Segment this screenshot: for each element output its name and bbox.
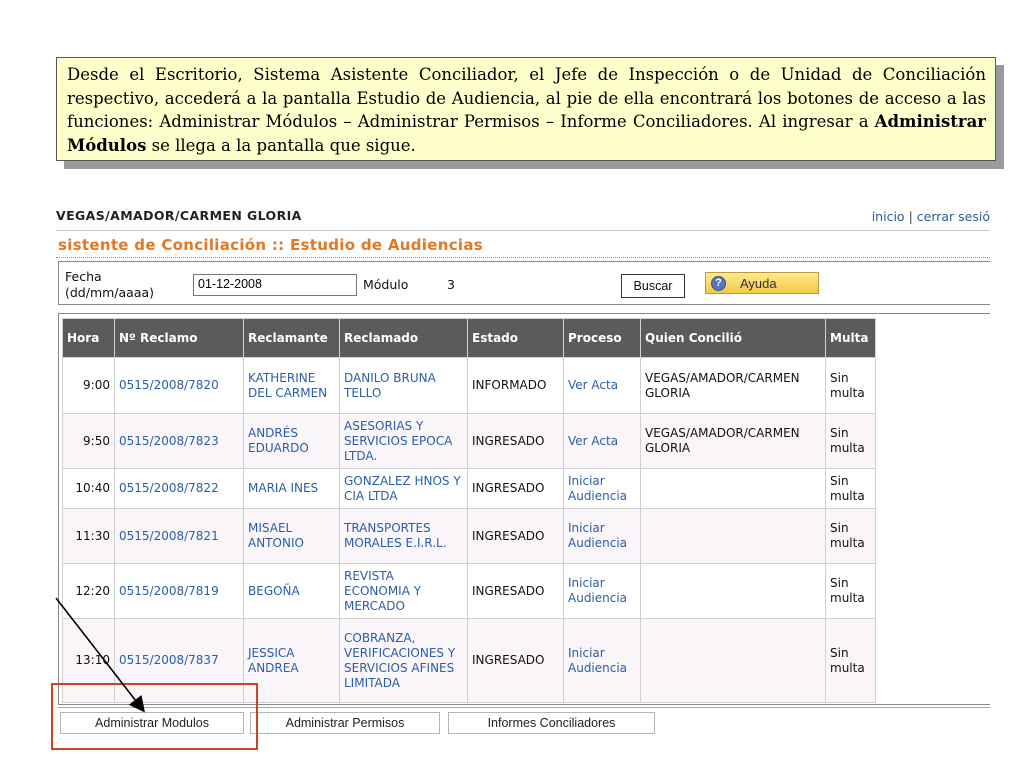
table-row: 9:50 0515/2008/7823 ANDRÉS EDUARDO ASESO… — [62, 413, 876, 469]
cell-quien-concilio — [640, 508, 826, 564]
administrar-permisos-button[interactable]: Administrar Permisos — [250, 712, 440, 734]
page-title: sistente de Conciliación :: Estudio de A… — [58, 236, 483, 254]
col-header-reclamo: Nº Reclamo — [114, 318, 244, 358]
fecha-label-line2: (dd/mm/aaaa) — [65, 285, 155, 300]
filter-panel: Fecha (dd/mm/aaaa) 01-12-2008 Módulo 3 B… — [58, 261, 990, 305]
ayuda-label: Ayuda — [740, 275, 777, 291]
cell-hora: 9:00 — [62, 357, 115, 414]
cell-quien-concilio — [640, 563, 826, 619]
fecha-label-line1: Fecha — [65, 269, 102, 284]
instruction-callout: Desde el Escritorio, Sistema Asistente C… — [56, 57, 996, 161]
cell-multa: Sin multa — [825, 468, 876, 509]
reclamo-link[interactable]: 0515/2008/7821 — [114, 508, 244, 564]
audiencias-table: Hora Nº Reclamo Reclamante Reclamado Est… — [62, 318, 876, 703]
title-divider — [56, 257, 990, 258]
fecha-input[interactable]: 01-12-2008 — [193, 274, 357, 296]
cell-reclamado: COBRANZA, VERIFICACIONES Y SERVICIOS AFI… — [339, 618, 468, 703]
cell-hora: 11:30 — [62, 508, 115, 564]
fecha-label: Fecha (dd/mm/aaaa) — [65, 269, 154, 301]
link-separator: | — [908, 209, 913, 224]
col-header-proceso: Proceso — [563, 318, 641, 358]
cell-multa: Sin multa — [825, 563, 876, 619]
modulo-value: 3 — [447, 277, 455, 292]
cell-multa: Sin multa — [825, 508, 876, 564]
cell-multa: Sin multa — [825, 618, 876, 703]
cell-quien-concilio: VEGAS/AMADOR/CARMEN GLORIA — [640, 357, 826, 414]
cell-multa: Sin multa — [825, 413, 876, 469]
table-row: 10:40 0515/2008/7822 MARIA INES GONZALEZ… — [62, 468, 876, 509]
cell-reclamado: TRANSPORTES MORALES E.I.R.L. — [339, 508, 468, 564]
col-header-multa: Multa — [825, 318, 876, 358]
informes-conciliadores-button[interactable]: Informes Conciliadores — [448, 712, 655, 734]
iniciar-audiencia-link[interactable]: Iniciar Audiencia — [563, 563, 641, 619]
help-icon: ? — [711, 275, 726, 291]
col-header-quien-concilio: Quien Concilió — [640, 318, 826, 358]
cell-reclamado: ASESORIAS Y SERVICIOS EPOCA LTDA. — [339, 413, 468, 469]
table-row: 9:00 0515/2008/7820 KATHERINE DEL CARMEN… — [62, 357, 876, 414]
inicio-link[interactable]: inicio — [872, 209, 905, 224]
table-row: 11:30 0515/2008/7821 MISAEL ANTONIO TRAN… — [62, 508, 876, 564]
iniciar-audiencia-link[interactable]: Iniciar Audiencia — [563, 468, 641, 509]
buscar-button[interactable]: Buscar — [621, 274, 685, 298]
header-divider — [56, 230, 990, 231]
table-row: 12:20 0515/2008/7819 BEGOÑA REVISTA ECON… — [62, 563, 876, 619]
reclamo-link[interactable]: 0515/2008/7820 — [114, 357, 244, 414]
ayuda-button[interactable]: ? Ayuda — [705, 272, 819, 294]
cerrar-sesion-link[interactable]: cerrar sesió — [917, 209, 990, 224]
cell-reclamado: DANILO BRUNA TELLO — [339, 357, 468, 414]
ver-acta-link[interactable]: Ver Acta — [563, 413, 641, 469]
cell-quien-concilio: VEGAS/AMADOR/CARMEN GLORIA — [640, 413, 826, 469]
cell-reclamante: MISAEL ANTONIO — [243, 508, 340, 564]
cell-hora: 9:50 — [62, 413, 115, 469]
cell-reclamado: REVISTA ECONOMIA Y MERCADO — [339, 563, 468, 619]
cell-reclamante: KATHERINE DEL CARMEN — [243, 357, 340, 414]
reclamo-link[interactable]: 0515/2008/7819 — [114, 563, 244, 619]
cell-estado: INGRESADO — [467, 508, 564, 564]
cell-reclamante: MARIA INES — [243, 468, 340, 509]
col-header-reclamante: Reclamante — [243, 318, 340, 358]
col-header-estado: Estado — [467, 318, 564, 358]
cell-estado: INGRESADO — [467, 563, 564, 619]
cell-multa: Sin multa — [825, 357, 876, 414]
callout-text-1: Desde el Escritorio, Sistema Asistente C… — [67, 65, 986, 131]
cell-estado: INFORMADO — [467, 357, 564, 414]
top-links: inicio | cerrar sesió — [872, 209, 990, 224]
cell-estado: INGRESADO — [467, 618, 564, 703]
ver-acta-link[interactable]: Ver Acta — [563, 357, 641, 414]
iniciar-audiencia-link[interactable]: Iniciar Audiencia — [563, 508, 641, 564]
reclamo-link[interactable]: 0515/2008/7822 — [114, 468, 244, 509]
user-name: VEGAS/AMADOR/CARMEN GLORIA — [56, 208, 302, 223]
cell-quien-concilio — [640, 468, 826, 509]
cell-reclamante: BEGOÑA — [243, 563, 340, 619]
iniciar-audiencia-link[interactable]: Iniciar Audiencia — [563, 618, 641, 703]
highlight-box — [51, 683, 258, 750]
modulo-label: Módulo — [363, 277, 409, 292]
reclamo-link[interactable]: 0515/2008/7823 — [114, 413, 244, 469]
col-header-hora: Hora — [62, 318, 115, 358]
cell-estado: INGRESADO — [467, 468, 564, 509]
cell-estado: INGRESADO — [467, 413, 564, 469]
cell-hora: 12:20 — [62, 563, 115, 619]
cell-reclamado: GONZALEZ HNOS Y CIA LTDA — [339, 468, 468, 509]
table-header-row: Hora Nº Reclamo Reclamante Reclamado Est… — [62, 318, 876, 358]
callout-text-2: se llega a la pantalla que sigue. — [146, 135, 416, 155]
cell-reclamante: ANDRÉS EDUARDO — [243, 413, 340, 469]
cell-hora: 10:40 — [62, 468, 115, 509]
col-header-reclamado: Reclamado — [339, 318, 468, 358]
app-screenshot: VEGAS/AMADOR/CARMEN GLORIA inicio | cerr… — [56, 200, 990, 740]
cell-quien-concilio — [640, 618, 826, 703]
audiencias-grid-panel: Hora Nº Reclamo Reclamante Reclamado Est… — [58, 313, 990, 705]
